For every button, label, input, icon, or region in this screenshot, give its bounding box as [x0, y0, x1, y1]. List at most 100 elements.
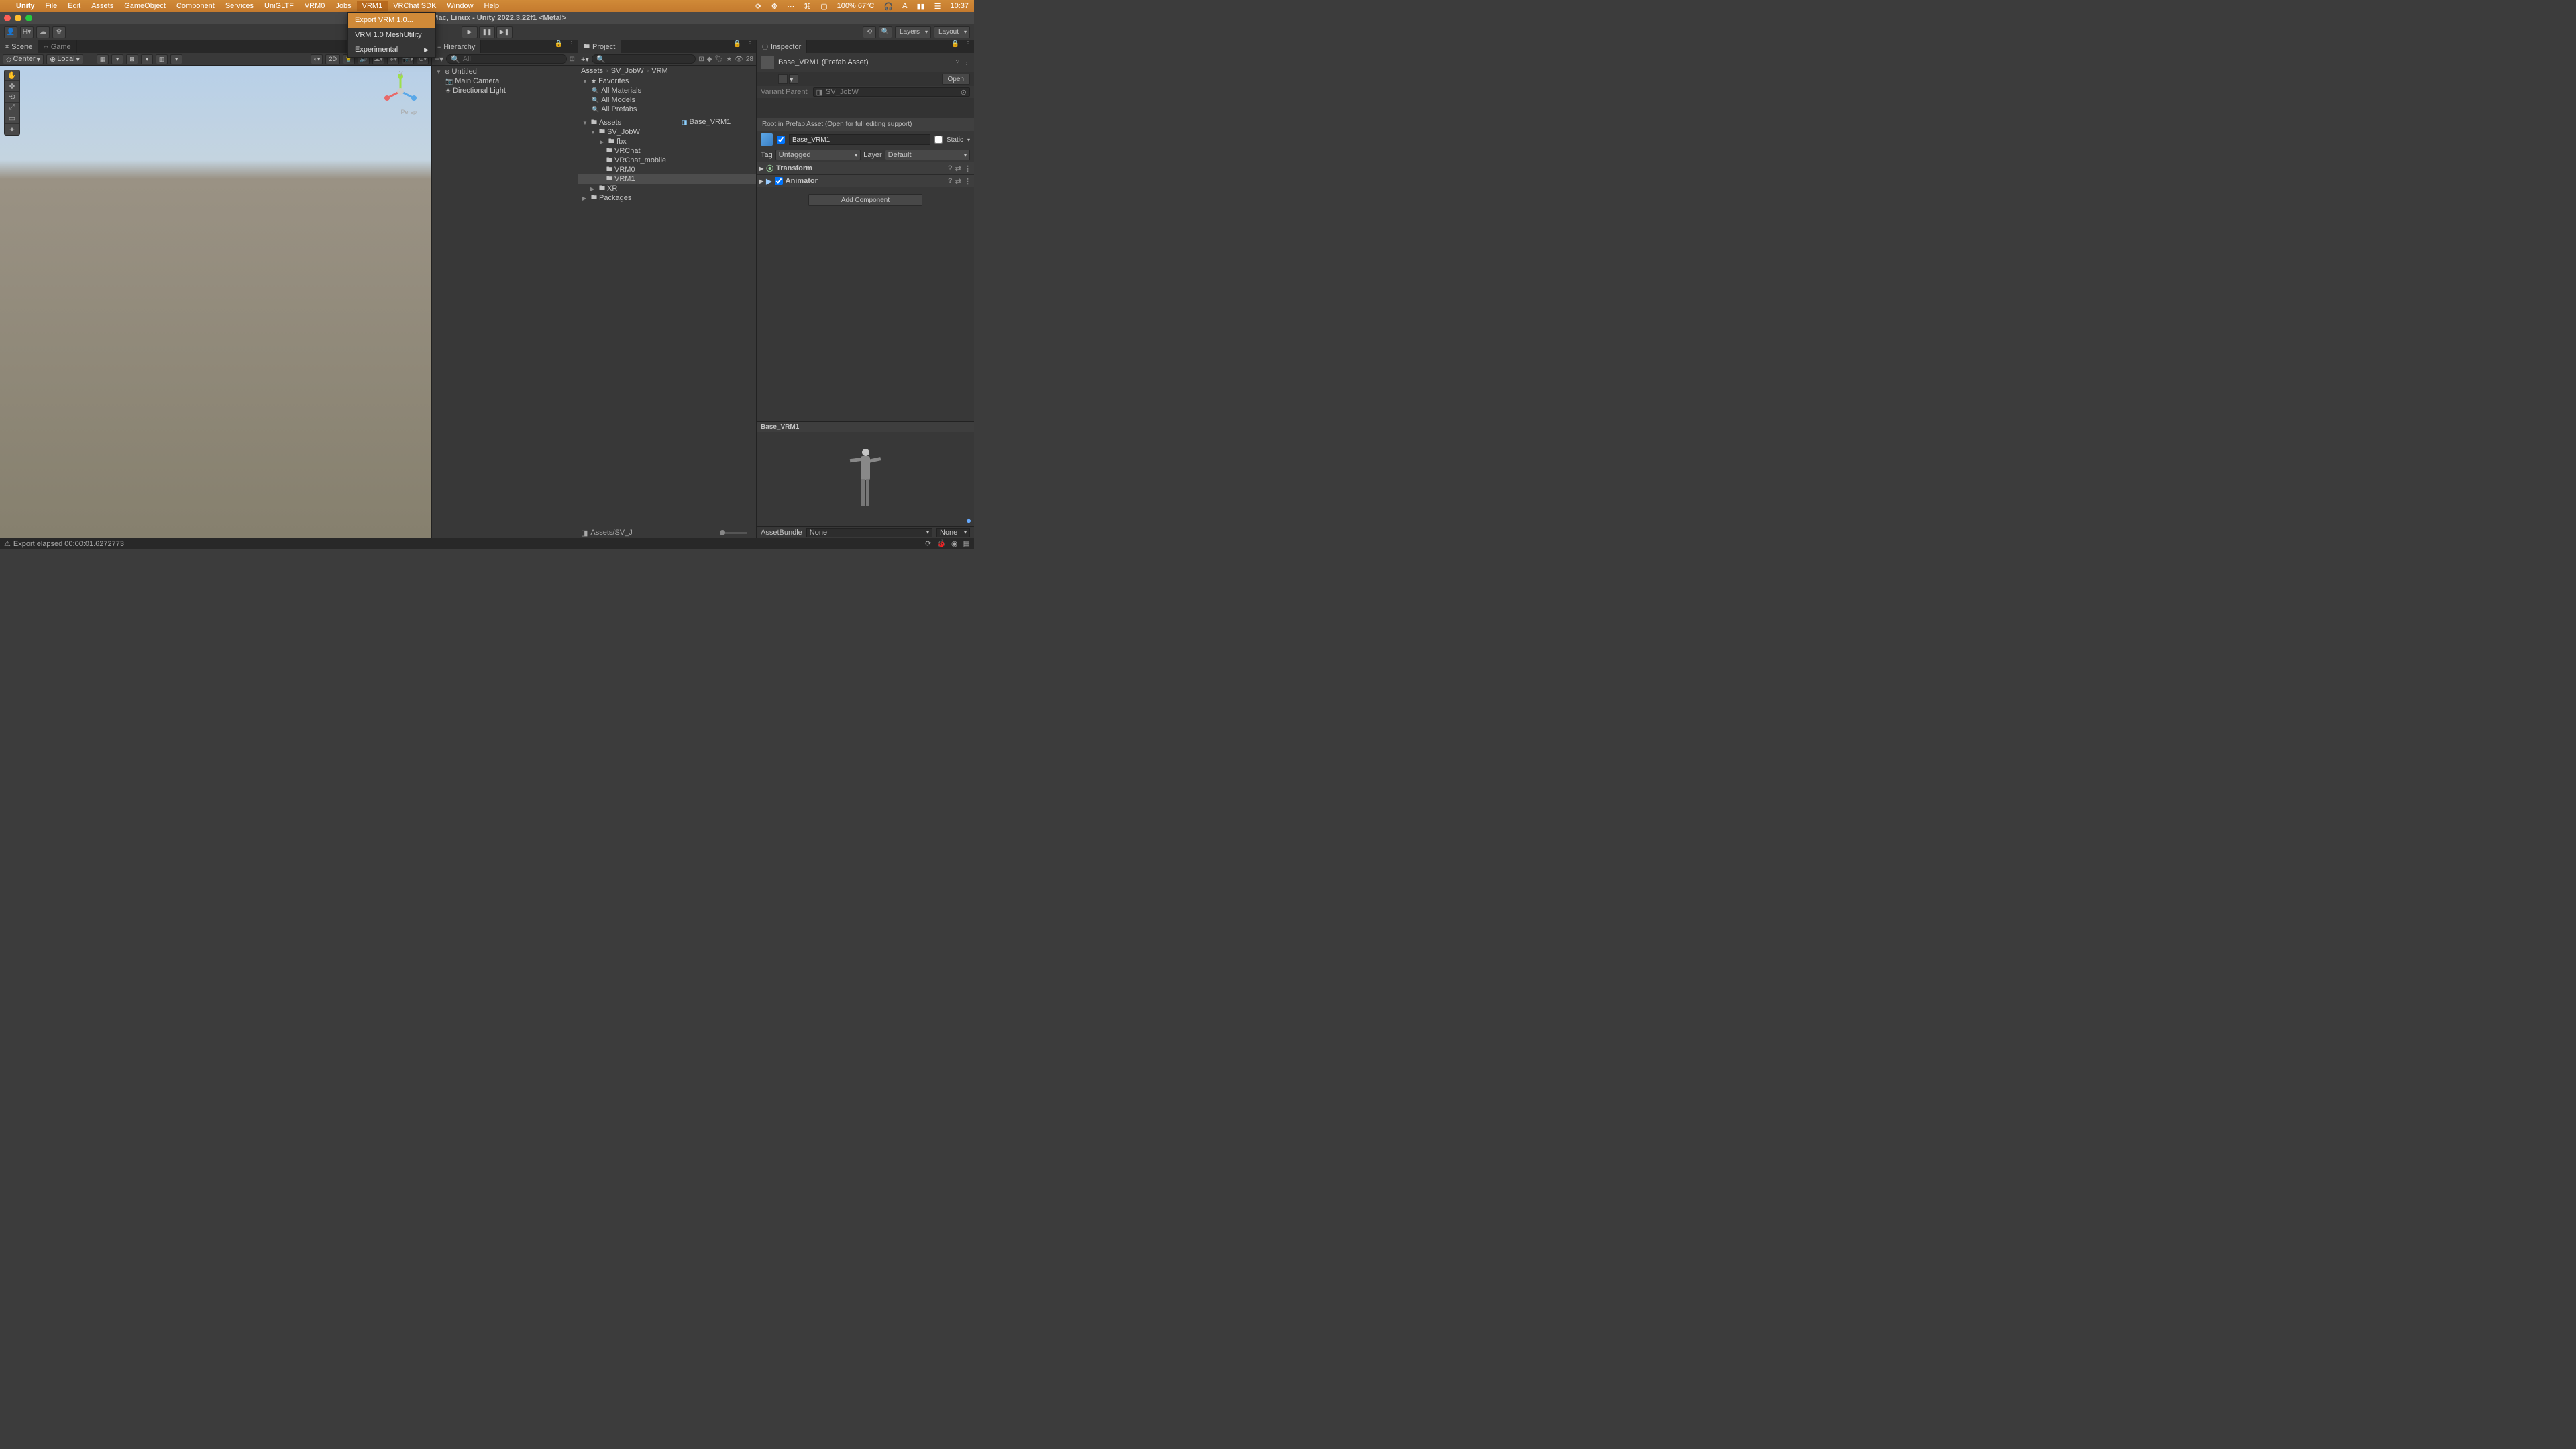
move-tool[interactable]: ✥ — [5, 81, 19, 92]
bug-icon[interactable]: 🐞 — [936, 539, 946, 548]
transform-tool[interactable]: ✦ — [5, 124, 19, 135]
snap-button[interactable]: ▾ — [111, 54, 123, 64]
battery-icon[interactable]: ▮▮ — [916, 2, 924, 11]
tab-scene[interactable]: ⌗ Scene — [0, 40, 38, 53]
snap-inc-button[interactable]: ⊞ — [126, 54, 138, 64]
menu-jobs[interactable]: Jobs — [330, 1, 356, 11]
menu-icon[interactable]: ⋮ — [963, 59, 970, 66]
preset-icon[interactable]: ⇄ — [955, 164, 961, 173]
clock[interactable]: 10:37 — [950, 2, 969, 10]
expand-arrow-icon[interactable]: ▼ — [436, 69, 443, 75]
menu-vrm0[interactable]: VRM0 — [299, 1, 331, 11]
crumb-svjobw[interactable]: SV_JobW — [611, 67, 644, 75]
grid-snap-button[interactable]: ▥ — [156, 54, 168, 64]
crumb-assets[interactable]: Assets — [581, 67, 603, 75]
filter-label-icon[interactable]: ◆ — [707, 56, 712, 63]
fav-all-models[interactable]: 🔍All Models — [578, 95, 756, 105]
object-picker-icon[interactable]: ⊙ — [961, 88, 967, 97]
overrides-button[interactable] — [778, 74, 788, 84]
filter-fav-icon[interactable]: 🏷 — [715, 56, 724, 63]
animator-enabled-checkbox[interactable] — [775, 177, 783, 185]
menu-icon[interactable]: ⋮ — [964, 177, 971, 186]
expand-arrow-icon[interactable]: ▶ — [759, 166, 763, 172]
keyboard-icon[interactable]: A — [902, 2, 907, 10]
pivot-dropdown[interactable]: ◇Center▾ — [3, 54, 44, 64]
panel-lock-icon[interactable]: 🔒 — [731, 40, 744, 53]
panel-lock-icon[interactable]: 🔒 — [552, 40, 566, 53]
fav-all-materials[interactable]: 🔍All Materials — [578, 86, 756, 95]
layer-dropdown[interactable]: Default — [885, 150, 970, 160]
preview-body[interactable]: ◆ — [757, 432, 974, 526]
folder-vrchat[interactable]: 🖿VRChat — [578, 146, 756, 156]
panel-menu-icon[interactable]: ⋮ — [962, 40, 974, 53]
thumbnail-size-slider[interactable] — [720, 532, 747, 534]
static-dropdown-icon[interactable]: ▾ — [967, 137, 970, 143]
maximize-window-button[interactable] — [25, 15, 32, 21]
preview-header[interactable]: Base_VRM1 — [757, 421, 974, 432]
tab-game[interactable]: ∞ Game — [38, 40, 76, 53]
panel-lock-icon[interactable]: 🔒 — [949, 40, 962, 53]
status-message[interactable]: Export elapsed 00:00:01.6272773 — [13, 540, 124, 548]
more-icon[interactable]: ⋯ — [787, 2, 794, 11]
panel-menu-icon[interactable]: ⋮ — [744, 40, 756, 53]
play-button[interactable]: ▶ — [462, 26, 478, 38]
project-add-button[interactable]: +▾ — [581, 55, 589, 64]
app-menu[interactable]: Unity — [11, 1, 40, 11]
panel-menu-icon[interactable]: ⋮ — [566, 40, 578, 53]
space-dropdown[interactable]: ⊕Local▾ — [46, 54, 83, 64]
save-search-icon[interactable]: ★ — [726, 56, 732, 63]
preset-icon[interactable]: ⇄ — [955, 177, 961, 186]
display-icon[interactable]: ▢ — [820, 2, 827, 11]
rotate-tool[interactable]: ⟲ — [5, 92, 19, 103]
gameobject-name-field[interactable] — [789, 134, 930, 145]
menu-help[interactable]: Help — [479, 1, 505, 11]
layers-dropdown[interactable]: Layers — [895, 26, 931, 38]
folder-fbx[interactable]: ▶🖿fbx — [578, 137, 756, 146]
hierarchy-search[interactable]: 🔍 All — [446, 54, 567, 64]
tag-dropdown[interactable]: Untagged — [775, 150, 861, 160]
tab-hierarchy[interactable]: ≡ Hierarchy — [432, 40, 481, 53]
snap-inc-dd[interactable]: ▾ — [141, 54, 153, 64]
menu-vrchat-sdk[interactable]: VRChat SDK — [388, 1, 441, 11]
preview-settings-icon[interactable]: ◆ — [966, 517, 971, 525]
help-icon[interactable]: ? — [948, 177, 953, 186]
warning-icon[interactable]: ⚠ — [4, 539, 11, 548]
tab-project[interactable]: 🖿 Project — [578, 40, 621, 53]
filter-type-icon[interactable]: ⊡ — [698, 56, 704, 63]
settings-button[interactable]: ⚙ — [52, 26, 66, 38]
control-center-icon[interactable]: ☰ — [934, 2, 941, 11]
headphones-icon[interactable]: 🎧 — [883, 2, 893, 11]
dropdown-experimental[interactable]: Experimental ▶ — [348, 42, 435, 57]
static-checkbox[interactable] — [934, 136, 943, 144]
sync-icon[interactable]: ⟳ — [755, 2, 761, 11]
history-button[interactable]: H▾ — [20, 26, 34, 38]
transform-header[interactable]: ▶ ⦿ Transform ? ⇄ ⋮ — [757, 162, 974, 174]
menu-window[interactable]: Window — [441, 1, 478, 11]
undo-history-button[interactable]: ⟲ — [863, 26, 876, 38]
menu-file[interactable]: File — [40, 1, 63, 11]
scene-view[interactable]: ✋ ✥ ⟲ ⤢ ▭ ✦ y Persp — [0, 66, 431, 538]
dropdown-export-vrm[interactable]: Export VRM 1.0... — [348, 13, 435, 28]
pause-button[interactable]: ❚❚ — [479, 26, 495, 38]
folder-vrm1[interactable]: 🖿VRM1 — [578, 174, 756, 184]
menu-icon[interactable]: ⋮ — [964, 164, 971, 173]
prefab-cube-icon[interactable] — [761, 133, 773, 146]
layout-dropdown[interactable]: Layout — [934, 26, 970, 38]
dropdown-mesh-utility[interactable]: VRM 1.0 MeshUtility — [348, 28, 435, 42]
draw-mode-button[interactable]: ◐▾ — [311, 54, 323, 64]
folder-vrm0[interactable]: 🖿VRM0 — [578, 165, 756, 174]
search-button[interactable]: 🔍 — [879, 26, 892, 38]
menu-services[interactable]: Services — [220, 1, 259, 11]
expand-arrow-icon[interactable]: ▶ — [759, 178, 763, 184]
fav-all-prefabs[interactable]: 🔍All Prefabs — [578, 105, 756, 114]
menu-assets[interactable]: Assets — [86, 1, 119, 11]
animator-header[interactable]: ▶ ▶ Animator ? ⇄ ⋮ — [757, 175, 974, 187]
assetbundle-variant-dropdown[interactable]: None — [936, 528, 970, 537]
variant-parent-field[interactable]: ◨ SV_JobW ⊙ — [813, 87, 970, 97]
hand-tool[interactable]: ✋ — [5, 70, 19, 81]
rect-tool[interactable]: ▭ — [5, 113, 19, 124]
orientation-gizmo[interactable]: y — [380, 71, 421, 111]
close-window-button[interactable] — [4, 15, 11, 21]
scene-root[interactable]: ▼ ⊛ Untitled ⋮ — [432, 67, 578, 76]
menu-component[interactable]: Component — [171, 1, 220, 11]
